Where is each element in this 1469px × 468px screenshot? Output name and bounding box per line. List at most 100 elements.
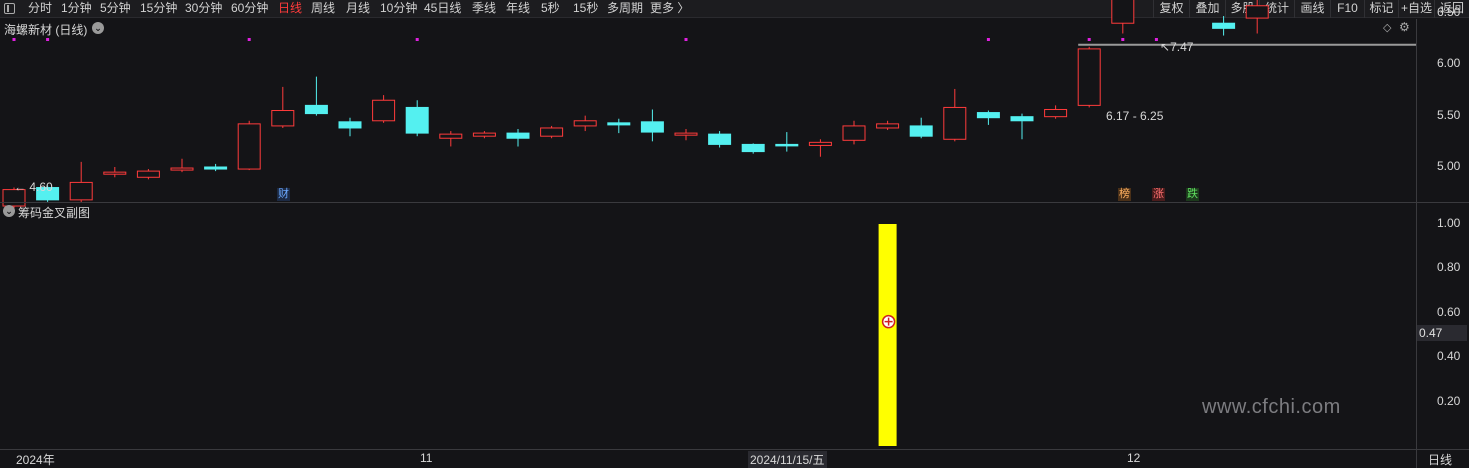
panel-divider[interactable] xyxy=(0,202,1469,203)
signal-dot xyxy=(684,38,688,41)
candle[interactable] xyxy=(674,129,698,141)
candle-body xyxy=(338,121,362,129)
candle[interactable] xyxy=(304,76,328,116)
candle-body xyxy=(271,110,295,127)
sub-y-tick: 0.60 xyxy=(1437,304,1461,319)
signal-dot xyxy=(12,38,16,41)
signal-dot xyxy=(1087,38,1091,41)
low-price-label: ← 4.60 xyxy=(14,180,53,194)
candle[interactable] xyxy=(1245,0,1269,34)
candle[interactable] xyxy=(204,163,228,172)
signal-dot xyxy=(986,38,990,41)
candle[interactable] xyxy=(271,86,295,128)
event-marker[interactable]: 财 xyxy=(277,188,290,201)
signal-dot xyxy=(247,38,251,41)
candle[interactable] xyxy=(607,118,631,134)
candle[interactable] xyxy=(976,110,1000,125)
candle-body xyxy=(204,166,228,170)
candle[interactable] xyxy=(1212,16,1236,36)
candle[interactable] xyxy=(708,131,732,148)
candle-body xyxy=(540,127,564,137)
candle-body xyxy=(506,132,530,139)
candle[interactable] xyxy=(540,125,564,139)
high-price-label: ↖7.47 xyxy=(1160,40,1194,54)
candle-body xyxy=(842,125,866,141)
candle[interactable] xyxy=(69,161,93,203)
candle[interactable] xyxy=(1044,105,1068,119)
candle[interactable] xyxy=(405,100,429,137)
main-y-tick: 5.50 xyxy=(1437,107,1461,122)
candle[interactable] xyxy=(842,120,866,145)
x-label-nov: 11 xyxy=(420,451,433,465)
candle-body xyxy=(876,123,900,129)
settings-icon[interactable]: ⚙ xyxy=(1399,20,1410,34)
candle-body xyxy=(405,106,429,134)
candle[interactable] xyxy=(136,169,160,180)
candle-body xyxy=(1111,0,1135,24)
candle[interactable] xyxy=(170,158,194,173)
signal-dot xyxy=(46,38,50,41)
candle[interactable] xyxy=(640,109,664,142)
candle-body xyxy=(69,181,93,201)
candle[interactable] xyxy=(237,120,261,171)
candle-body xyxy=(472,132,496,137)
main-panel-title[interactable]: 海螺新材 (日线) xyxy=(4,21,87,38)
candle-body xyxy=(304,104,328,115)
x-label-cursor-date: 2024/11/15/五 xyxy=(748,451,827,468)
event-marker[interactable]: 跌 xyxy=(1186,188,1199,201)
diamond-icon[interactable]: ◇ xyxy=(1383,21,1391,34)
candle[interactable] xyxy=(573,115,597,132)
candle-body xyxy=(1010,116,1034,122)
candle-body xyxy=(573,120,597,127)
period-indicator[interactable]: 日线 xyxy=(1428,451,1452,468)
xaxis-divider xyxy=(0,449,1469,450)
chevron-down-icon[interactable]: ⌄ xyxy=(92,22,104,34)
candle[interactable] xyxy=(439,131,463,147)
candle[interactable] xyxy=(472,131,496,139)
low-price-value: 4.60 xyxy=(29,180,53,194)
candle-body xyxy=(640,121,664,133)
candle-body xyxy=(237,123,261,170)
chevron-down-icon[interactable]: ⌄ xyxy=(3,205,15,217)
main-y-tick: 5.00 xyxy=(1437,159,1461,173)
event-marker[interactable]: 榜 xyxy=(1118,188,1131,201)
candle-body xyxy=(674,132,698,136)
candle-body xyxy=(1077,48,1101,106)
yaxis-divider xyxy=(1416,19,1417,468)
candle[interactable] xyxy=(1010,113,1034,140)
candle-body xyxy=(708,133,732,145)
candle-body xyxy=(439,133,463,139)
sub-indicator-bar xyxy=(878,224,897,446)
candle[interactable] xyxy=(372,95,396,123)
x-label-year: 2024年 xyxy=(16,453,55,467)
candle-body xyxy=(170,167,194,171)
candle[interactable] xyxy=(1111,0,1135,34)
event-marker[interactable]: 涨 xyxy=(1152,188,1165,201)
watermark: www.cfchi.com xyxy=(1202,396,1341,418)
candle[interactable] xyxy=(775,132,799,152)
candle[interactable] xyxy=(876,120,900,131)
sub-panel-title[interactable]: 筹码金叉副图 xyxy=(18,204,90,221)
candle[interactable] xyxy=(808,139,832,157)
candle[interactable] xyxy=(338,117,362,137)
candle-body xyxy=(372,99,396,122)
candle[interactable] xyxy=(909,117,933,139)
signal-dot xyxy=(1154,38,1158,41)
candle-body xyxy=(1212,22,1236,29)
candle[interactable] xyxy=(103,167,127,178)
range-label: 6.17 - 6.25 xyxy=(1106,109,1164,123)
candle-body xyxy=(607,122,631,126)
candlestick-series xyxy=(2,0,1416,211)
sub-y-tick: 0.40 xyxy=(1437,349,1461,364)
main-y-tick: 6.50 xyxy=(1437,4,1461,19)
candle-body xyxy=(741,143,765,153)
candle[interactable] xyxy=(1077,46,1101,108)
candle-body xyxy=(1245,5,1269,19)
candle[interactable] xyxy=(741,143,765,154)
candle-body xyxy=(1044,108,1068,118)
candle[interactable] xyxy=(506,129,530,147)
candle-body xyxy=(775,143,799,147)
x-label-dec: 12 xyxy=(1127,451,1141,465)
candle[interactable] xyxy=(943,88,967,142)
sub-y-tick: 0.80 xyxy=(1437,260,1461,275)
